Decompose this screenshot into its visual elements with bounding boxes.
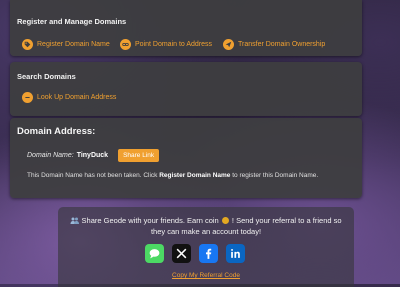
transfer-domain-link[interactable]: Transfer Domain Ownership bbox=[223, 39, 325, 50]
referral-text-line1: Share Geode with your friends. Earn coin bbox=[81, 216, 219, 225]
search-section-title: Search Domains bbox=[17, 72, 76, 81]
coin-icon bbox=[221, 217, 229, 224]
facebook-icon[interactable] bbox=[199, 244, 218, 263]
domain-name-row: Domain Name: TinyDuck Share Link bbox=[27, 149, 160, 162]
register-domain-label: Register Domain Name bbox=[37, 41, 110, 48]
tag-icon bbox=[22, 39, 33, 50]
message-bold: Register Domain Name bbox=[159, 172, 231, 179]
linkedin-icon[interactable] bbox=[226, 244, 245, 263]
point-domain-label: Point Domain to Address bbox=[135, 41, 213, 48]
lookup-domain-label: Look Up Domain Address bbox=[37, 94, 117, 101]
x-icon[interactable] bbox=[172, 244, 191, 263]
register-section-title: Register and Manage Domains bbox=[17, 17, 127, 26]
copy-referral-code-link[interactable]: Copy My Referral Code bbox=[58, 272, 354, 279]
domain-address-heading: Domain Address: bbox=[17, 126, 96, 137]
register-domain-link[interactable]: Register Domain Name bbox=[22, 39, 110, 50]
register-panel: Register and Manage Domains Register Dom… bbox=[10, 0, 362, 56]
referral-panel: Share Geode with your friends. Earn coin… bbox=[58, 207, 354, 287]
messages-icon[interactable] bbox=[145, 244, 164, 263]
domain-address-panel: Domain Address: Domain Name: TinyDuck Sh… bbox=[10, 118, 362, 198]
share-icons-row bbox=[145, 244, 245, 263]
referral-text: Share Geode with your friends. Earn coin… bbox=[62, 215, 350, 237]
share-link-button[interactable]: Share Link bbox=[118, 149, 160, 162]
link-icon bbox=[120, 39, 131, 50]
people-icon bbox=[70, 217, 80, 224]
referral-text-line1-end: ! Send your referral to a friend so bbox=[231, 216, 342, 225]
message-prefix: This Domain Name has not been taken. Cli… bbox=[27, 172, 160, 179]
message-suffix: to register this Domain Name. bbox=[230, 172, 319, 179]
transfer-domain-label: Transfer Domain Ownership bbox=[238, 41, 326, 48]
domain-status-message: This Domain Name has not been taken. Cli… bbox=[27, 172, 318, 179]
minus-circle-icon bbox=[22, 92, 33, 103]
point-domain-link[interactable]: Point Domain to Address bbox=[120, 39, 212, 50]
send-icon bbox=[223, 39, 234, 50]
domain-name-value: TinyDuck bbox=[76, 152, 109, 159]
search-panel: Search Domains Look Up Domain Address bbox=[10, 62, 362, 116]
domain-name-label: Domain Name: bbox=[27, 152, 74, 159]
lookup-domain-link[interactable]: Look Up Domain Address bbox=[22, 92, 116, 103]
referral-text-line2: they can make an account today! bbox=[150, 227, 262, 236]
